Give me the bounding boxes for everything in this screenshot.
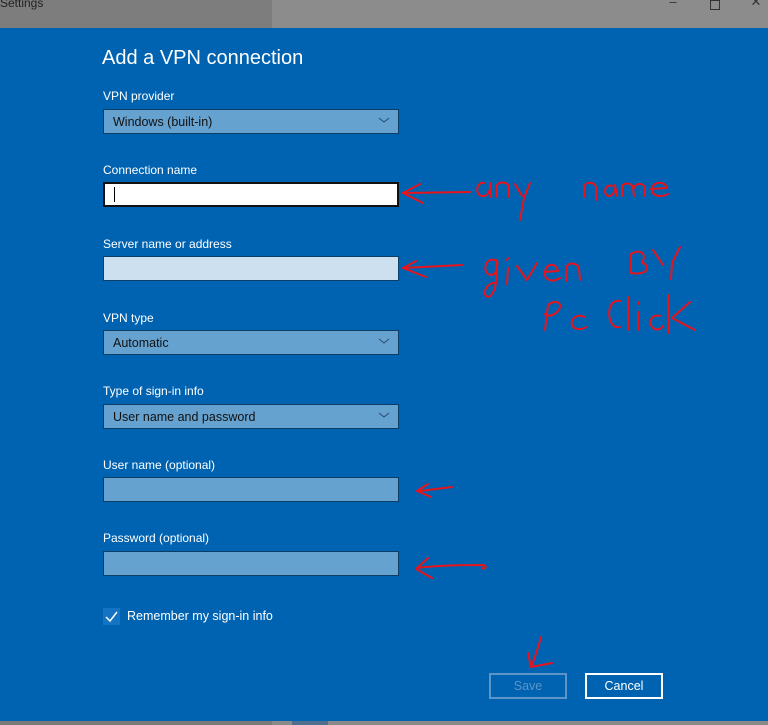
signin-type-label: Type of sign-in info (103, 384, 204, 398)
remember-signin-label[interactable]: Remember my sign-in info (127, 609, 273, 623)
server-address-label: Server name or address (103, 237, 232, 251)
maximize-icon (710, 0, 720, 10)
cancel-button[interactable]: Cancel (585, 673, 663, 699)
minimize-button[interactable]: – (658, 0, 688, 14)
password-label: Password (optional) (103, 531, 210, 545)
vpn-type-value: Automatic (113, 336, 169, 350)
chevron-down-icon (378, 412, 390, 418)
connection-name-input[interactable] (103, 182, 399, 207)
vpn-provider-select[interactable]: Windows (built-in) (103, 109, 399, 134)
username-input[interactable] (103, 477, 399, 502)
connection-name-label: Connection name (103, 163, 198, 177)
checkmark-icon (105, 611, 118, 623)
window-titlebar: Settings – ✕ (0, 0, 768, 28)
taskbar-strip (0, 721, 768, 725)
chevron-down-icon (378, 338, 390, 344)
vpn-provider-label: VPN provider (103, 89, 175, 103)
username-label: User name (optional) (103, 458, 216, 472)
signin-type-select[interactable]: User name and password (103, 404, 399, 429)
text-caret (114, 187, 115, 202)
close-icon: ✕ (750, 0, 762, 9)
chevron-down-icon (378, 117, 390, 123)
window-title: Settings (0, 0, 44, 10)
save-button[interactable]: Save (489, 673, 567, 699)
close-button[interactable]: ✕ (741, 0, 768, 14)
remember-signin-checkbox[interactable] (103, 608, 120, 625)
maximize-button[interactable] (700, 0, 730, 14)
vpn-provider-value: Windows (built-in) (113, 115, 213, 129)
password-input[interactable] (103, 551, 399, 576)
vpn-type-label: VPN type (103, 311, 154, 325)
signin-type-value: User name and password (113, 410, 256, 424)
dialog-heading: Add a VPN connection (102, 47, 304, 69)
server-address-input[interactable] (103, 256, 399, 281)
minimize-icon: – (669, 0, 677, 9)
vpn-type-select[interactable]: Automatic (103, 330, 399, 355)
